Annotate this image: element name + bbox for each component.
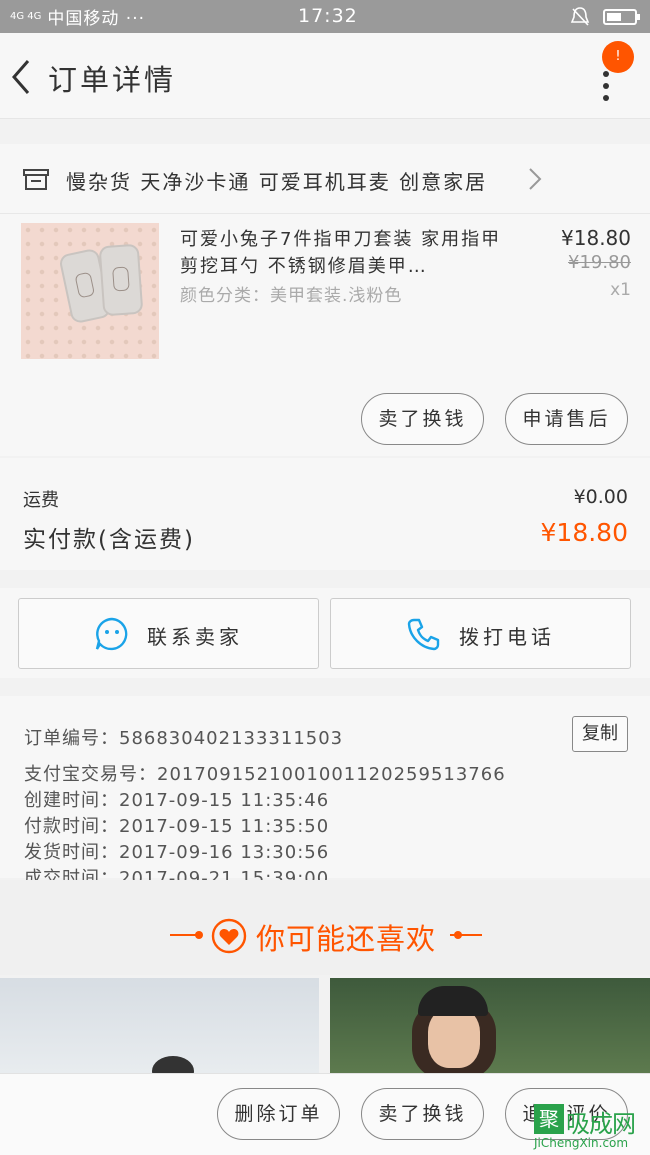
product-row[interactable]: 可爱小兔子7件指甲刀套装 家用指甲剪挖耳勺 不锈钢修眉美甲… 颜色分类：美甲套装… bbox=[0, 214, 650, 364]
recommend-title: 你可能还喜欢 bbox=[256, 922, 437, 956]
notification-badge: ! bbox=[602, 41, 634, 73]
status-time: 17:32 bbox=[298, 5, 358, 27]
shipping-value: ¥0.00 bbox=[573, 486, 628, 508]
carrier-name: 中国移动 ··· bbox=[47, 9, 146, 29]
recommend-item-image[interactable] bbox=[330, 978, 650, 1073]
battery-icon bbox=[603, 9, 640, 25]
product-quantity: x1 bbox=[610, 280, 631, 300]
recommend-header: 你可能还喜欢 bbox=[0, 880, 650, 975]
shipping-label: 运费 bbox=[23, 490, 59, 511]
created-time: 创建时间：2017-09-15 11:35:46 bbox=[24, 790, 330, 811]
alipay-number: 支付宝交易号：2017091521001001120259513766 bbox=[24, 764, 506, 785]
phone-icon bbox=[407, 618, 440, 651]
paid-label: 实付款(含运费) bbox=[23, 527, 195, 553]
chevron-right-icon bbox=[529, 168, 542, 190]
copy-button[interactable]: 复制 bbox=[572, 716, 628, 752]
paid-value: ¥18.80 bbox=[540, 518, 628, 547]
nav-bar: 订单详情 ! bbox=[0, 33, 650, 119]
status-bar: 4G 4G 中国移动 ··· 17:32 bbox=[0, 0, 650, 33]
after-sale-button[interactable]: 申请售后 bbox=[505, 393, 628, 445]
mute-bell-icon bbox=[570, 7, 590, 26]
call-phone-label: 拨打电话 bbox=[459, 625, 555, 649]
shop-row[interactable]: 慢杂货 天净沙卡通 可爱耳机耳麦 创意家居 bbox=[0, 144, 650, 214]
sell-for-cash-button[interactable]: 卖了换钱 bbox=[361, 1088, 484, 1140]
more-menu-icon[interactable] bbox=[596, 71, 616, 131]
product-title: 可爱小兔子7件指甲刀套装 家用指甲剪挖耳勺 不锈钢修眉美甲… bbox=[180, 229, 502, 277]
shop-name: 慢杂货 天净沙卡通 可爱耳机耳麦 创意家居 bbox=[66, 170, 488, 194]
call-phone-button[interactable]: 拨打电话 bbox=[330, 598, 631, 669]
shipped-time: 发货时间：2017-09-16 13:30:56 bbox=[24, 842, 330, 863]
recommend-item-image[interactable] bbox=[0, 978, 319, 1073]
fee-summary: 运费 ¥0.00 实付款(含运费) ¥18.80 bbox=[0, 458, 650, 570]
back-arrow-icon[interactable] bbox=[8, 57, 38, 97]
chat-face-icon bbox=[95, 617, 128, 651]
contact-seller-label: 联系卖家 bbox=[147, 625, 243, 649]
contact-seller-button[interactable]: 联系卖家 bbox=[18, 598, 319, 669]
contact-row: 联系卖家 拨打电话 bbox=[0, 588, 650, 678]
order-info: 订单编号：586830402133311503 复制 支付宝交易号：201709… bbox=[0, 696, 650, 889]
page-title: 订单详情 bbox=[48, 63, 177, 97]
product-original-price: ¥19.80 bbox=[568, 252, 631, 273]
heart-icon bbox=[211, 918, 247, 954]
product-spec: 颜色分类：美甲套装.浅粉色 bbox=[180, 286, 403, 306]
order-item-card: 慢杂货 天净沙卡通 可爱耳机耳麦 创意家居 可爱小兔子7件指甲刀套装 家用指甲剪… bbox=[0, 144, 650, 456]
watermark-logo: 聚 吸成网 JiChengXin.com bbox=[534, 1104, 650, 1152]
product-price: ¥18.80 bbox=[561, 226, 631, 250]
signal-icon: 4G 4G bbox=[10, 10, 42, 22]
sell-for-cash-button[interactable]: 卖了换钱 bbox=[361, 393, 484, 445]
order-number: 订单编号：586830402133311503 bbox=[24, 728, 344, 749]
store-icon bbox=[23, 169, 49, 190]
delete-order-button[interactable]: 删除订单 bbox=[217, 1088, 340, 1140]
paid-time: 付款时间：2017-09-15 11:35:50 bbox=[24, 816, 330, 837]
product-thumbnail[interactable] bbox=[21, 223, 159, 359]
